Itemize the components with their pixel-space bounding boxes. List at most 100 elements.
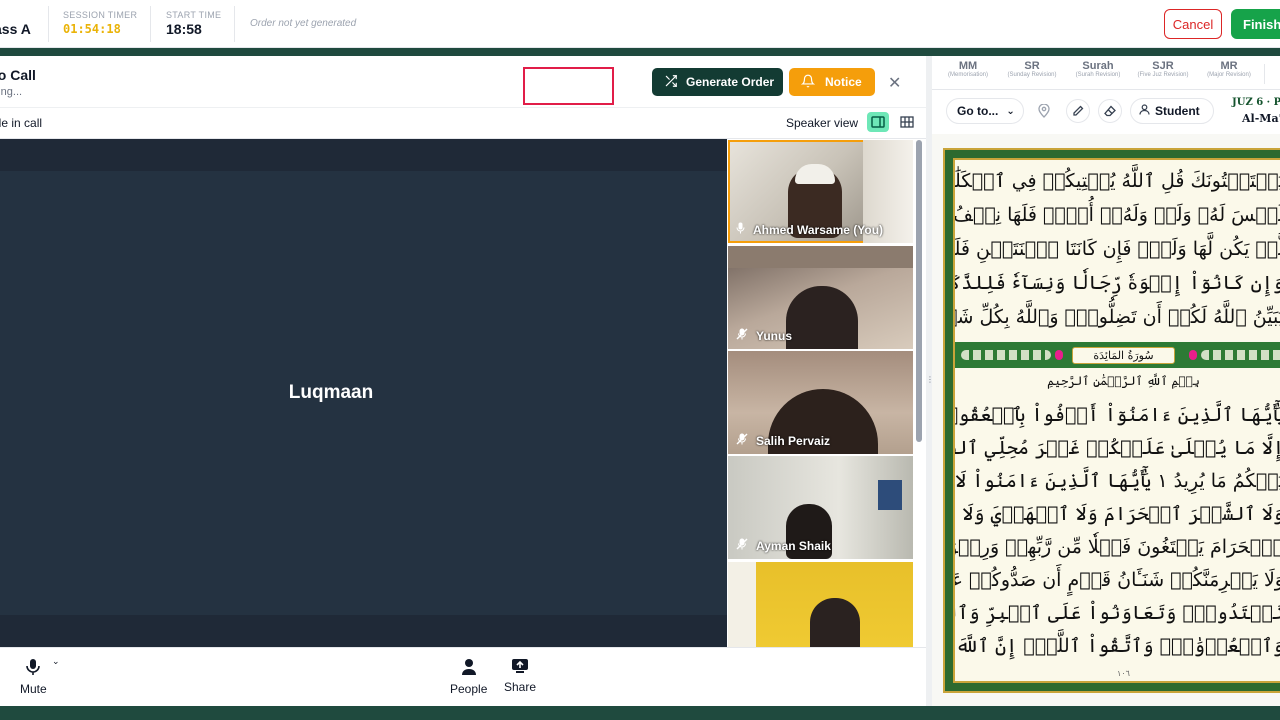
start-time-label: START TIME xyxy=(166,10,222,20)
verse-line: إِلَّا مَا يُتۡلَىٰ عَلَيۡكُمۡ غَيۡرَ مُ… xyxy=(955,437,1280,459)
person-icon xyxy=(1139,104,1150,118)
verse-line: يَسۡتَفۡتُونَكَ قُلِ ٱللَّهُ يُفۡتِيكُمۡ… xyxy=(954,170,1280,192)
verse-line: يَٰٓأَيُّهَا ٱلَّذِينَ ءَامَنُوٓاْ أَوۡف… xyxy=(955,404,1280,426)
participant-label: Ayman Shaik xyxy=(736,538,831,553)
location-pin-icon[interactable] xyxy=(1032,99,1056,123)
tab-sr[interactable]: SR (Sunday Revision) xyxy=(1002,60,1062,78)
quran-panel: MM (Memorisation) SR (Sunday Revision) Sur… xyxy=(932,56,1280,706)
participant-video xyxy=(728,246,913,268)
ornament xyxy=(1055,350,1063,360)
participant-video xyxy=(786,286,858,349)
surah-title-arabic: سُورَةُ المَائِدَة xyxy=(1072,346,1175,364)
tab-desc: (Five Juz Revision) xyxy=(1137,72,1189,78)
surah-header-band: سُورَةُ المَائِدَة xyxy=(955,342,1280,368)
mushaf-page[interactable]: يَسۡتَفۡتُونَكَ قُلِ ٱللَّهُ يُفۡتِيكُمۡ… xyxy=(943,148,1280,693)
microphone-off-icon xyxy=(736,538,748,553)
tab-desc: (Memorisation) xyxy=(947,72,988,78)
verse-line: لَيۡسَ لَهُۥ وَلَدٞ وَلَهُۥٓ أُخۡتٞ فَلَ… xyxy=(953,204,1280,226)
pen-icon[interactable] xyxy=(1066,99,1090,123)
notice-button[interactable]: Notice xyxy=(789,68,875,96)
tab-mr[interactable]: MR (Major Revision) xyxy=(1199,60,1259,78)
surah-name: Al-Ma'i xyxy=(1242,112,1280,125)
tab-sjr[interactable]: SJR (Five Juz Revision) xyxy=(1133,60,1193,78)
participant-video xyxy=(795,164,835,184)
class-name: ass A xyxy=(0,21,31,37)
generate-order-button[interactable]: Generate Order xyxy=(652,68,783,96)
tab-desc: (Surah Revision) xyxy=(1075,72,1121,78)
speaker-video: Luqmaan xyxy=(0,171,727,615)
generate-order-label: Generate Order xyxy=(686,75,775,89)
participant-name: Yunus xyxy=(756,328,793,343)
participant-tile[interactable]: Ayman Shaik xyxy=(728,456,913,559)
bismillah: بِسۡمِ ٱللَّهِ ٱلرَّحۡمَٰنِ ٱلرَّحِيمِ xyxy=(1047,374,1200,388)
chevron-down-icon[interactable]: ⌄ xyxy=(52,656,60,667)
student-button[interactable]: Student xyxy=(1130,98,1214,124)
video-call-title: eo Call xyxy=(0,67,36,83)
goto-dropdown[interactable]: Go to... ⌄ xyxy=(946,98,1024,124)
participant-tiles: Ahmed Warsame (You) Yunus Salih Pervaiz xyxy=(727,139,926,647)
header-strip xyxy=(0,48,1280,56)
ornament xyxy=(1201,350,1280,360)
top-bar: ass A SESSION TIMER 01:54:18 START TIME … xyxy=(0,0,1280,48)
microphone-icon xyxy=(25,658,41,679)
tab-code: MR xyxy=(1220,60,1238,72)
tab-desc: (Major Revision) xyxy=(1207,72,1251,78)
mute-button[interactable]: Mute xyxy=(20,658,47,696)
verse-line: تَعۡتَدُواْۘ وَتَعَاوَنُواْ عَلَى ٱلۡبِر… xyxy=(955,602,1280,624)
verse-line: وَلَا يَجۡرِمَنَّكُمۡ شَنَـَٔانُ قَوۡمٍ … xyxy=(955,569,1280,591)
people-in-call: ple in call xyxy=(0,116,43,130)
microphone-off-icon xyxy=(736,328,748,343)
tab-code: SR xyxy=(1024,60,1040,72)
session-timer-label: SESSION TIMER xyxy=(63,10,138,20)
speaker-view-icon[interactable] xyxy=(867,112,889,132)
microphone-icon xyxy=(736,222,745,237)
participant-tile[interactable]: Yunus xyxy=(728,246,913,349)
video-call-panel: eo Call ading... Generate Order Notice ✕… xyxy=(0,56,926,706)
juz-label: JUZ 6 · P xyxy=(1232,97,1280,108)
revision-tabs: MM (Memorisation) SR (Sunday Revision) Sur… xyxy=(932,56,1280,90)
participant-video xyxy=(728,562,756,647)
verse-line: لَّمۡ يَكُن لَّهَا وَلَدٞۚ فَإِن كَانَتَ… xyxy=(954,238,1280,260)
screen-share-icon xyxy=(511,658,529,677)
video-call-header: eo Call ading... Generate Order Notice ✕ xyxy=(0,56,926,108)
footer-strip xyxy=(0,706,1280,720)
people-label: People xyxy=(450,682,488,696)
person-icon xyxy=(460,658,478,679)
session-timer: 01:54:18 xyxy=(63,22,121,36)
ornament xyxy=(961,350,1051,360)
tab-code: Surah xyxy=(1082,60,1114,72)
tiles-scrollbar[interactable] xyxy=(916,140,922,442)
verse-line: وَٱلۡعُدۡوَٰنِۚ وَٱتَّقُواْ ٱللَّهَۖ إِن… xyxy=(955,635,1280,657)
tab-surah[interactable]: Surah (Surah Revision) xyxy=(1068,60,1128,78)
participant-tile[interactable]: Ahmed Warsame (You) xyxy=(728,140,913,243)
notice-label: Notice xyxy=(825,75,862,89)
verse-line: وَلَا ٱلشَّهۡرَ ٱلۡحَرَامَ وَلَا ٱلۡهَدۡ… xyxy=(955,503,1280,525)
page-number: ١٠٦ xyxy=(1117,669,1130,678)
highlight-box xyxy=(523,67,614,105)
verse-line: يَحۡكُمُ مَا يُرِيدُ ١ يَٰٓأَيُّهَا ٱلَّ… xyxy=(955,470,1280,492)
ornament xyxy=(1189,350,1197,360)
finish-button[interactable]: Finish & xyxy=(1231,9,1280,39)
share-button[interactable]: Share xyxy=(504,658,536,694)
eraser-icon[interactable] xyxy=(1098,99,1122,123)
tab-mm[interactable]: MM (Memorisation) xyxy=(938,60,998,78)
share-label: Share xyxy=(504,680,537,694)
tab-code: MM xyxy=(958,60,978,72)
video-call-status: ading... xyxy=(0,86,23,98)
start-time: 18:58 xyxy=(166,21,202,37)
participant-tile[interactable] xyxy=(728,562,913,647)
participant-video xyxy=(878,480,902,510)
bell-icon xyxy=(800,74,816,91)
participant-label: Yunus xyxy=(736,328,792,343)
close-icon[interactable]: ✕ xyxy=(888,73,901,93)
call-controls: Mute ⌄ People Share xyxy=(0,647,926,706)
participant-video xyxy=(810,598,860,647)
speaker-stage[interactable]: Luqmaan xyxy=(0,139,727,647)
participant-name: Salih Pervaiz xyxy=(756,433,831,448)
verse-line: ٱلۡحَرَامَ يَبۡتَغُونَ فَضۡلٗا مِّن رَّب… xyxy=(955,536,1280,558)
cancel-button[interactable]: Cancel xyxy=(1164,9,1222,39)
mushaf-page-content: يَسۡتَفۡتُونَكَ قُلِ ٱللَّهُ يُفۡتِيكُمۡ… xyxy=(953,158,1280,683)
participant-tile[interactable]: Salih Pervaiz xyxy=(728,351,913,454)
grid-view-icon[interactable] xyxy=(896,112,918,132)
people-button[interactable]: People xyxy=(450,658,487,696)
